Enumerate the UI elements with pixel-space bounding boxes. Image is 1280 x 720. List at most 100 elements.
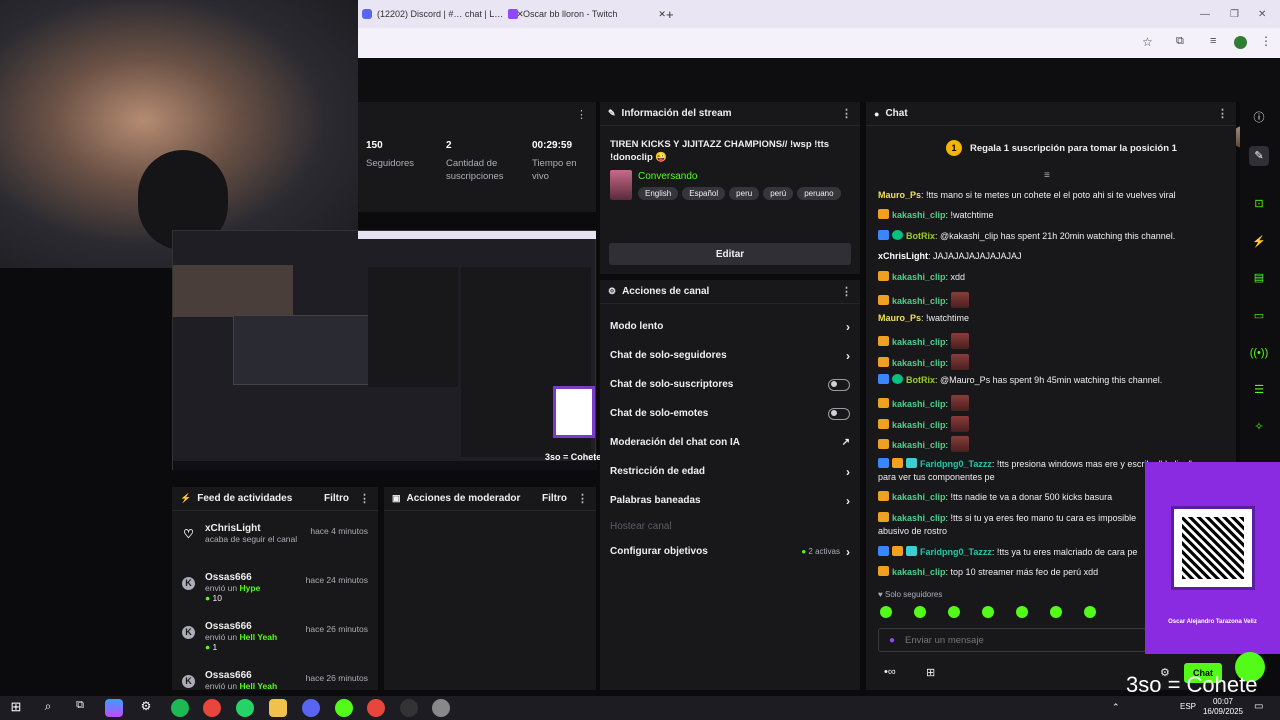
search-icon[interactable]: ⌕ <box>39 699 57 717</box>
chat-user[interactable]: kakashi_clip <box>892 399 946 409</box>
close-window-button[interactable]: ✕ <box>1258 5 1266 23</box>
tab-discord[interactable]: (12202) Discord | #… chat | L… ✕ <box>362 5 524 23</box>
settings-icon[interactable]: ⚙ <box>137 699 155 717</box>
chat-input[interactable] <box>905 634 1106 646</box>
chat-user[interactable]: kakashi_clip <box>892 272 946 282</box>
chat-user[interactable]: kakashi_clip <box>892 358 946 368</box>
tag[interactable]: peruano <box>797 187 841 200</box>
chat-user[interactable]: kakashi_clip <box>892 337 946 347</box>
minimize-button[interactable]: — <box>1200 5 1210 23</box>
chat-user[interactable]: kakashi_clip <box>892 420 946 430</box>
filter-button[interactable]: Filtro <box>324 493 349 504</box>
emote-icon[interactable] <box>914 606 926 618</box>
chat-user[interactable]: BotRix <box>906 231 935 241</box>
more-icon[interactable]: ⋮ <box>1217 107 1228 120</box>
emote-icon[interactable] <box>948 606 960 618</box>
kick-app-icon[interactable] <box>335 699 353 717</box>
action-label: Configurar objetivos <box>610 546 708 557</box>
star-icon[interactable]: ☆ <box>1142 35 1153 49</box>
chat-user[interactable]: kakashi_clip <box>892 440 946 450</box>
action-label: Hostear canal <box>610 520 672 532</box>
tab-twitch[interactable]: Oscar bb lloron - Twitch ✕ <box>508 5 666 23</box>
chat-user[interactable]: xChrisLight <box>878 251 928 261</box>
stream-preview[interactable] <box>172 230 597 470</box>
more-icon[interactable]: ⋮ <box>841 285 852 298</box>
tray-chevron-icon[interactable]: ⌃ <box>1112 702 1120 713</box>
notification-icon[interactable]: ▭ <box>1254 701 1263 712</box>
app-icon[interactable] <box>432 699 450 717</box>
chat-user[interactable]: BotRix <box>906 375 935 385</box>
maximize-button[interactable]: ❐ <box>1230 5 1239 23</box>
more-icon[interactable]: ⋮ <box>576 108 587 121</box>
broadcast-icon[interactable]: ((•)) <box>1249 343 1269 363</box>
pinned-sub-goal[interactable]: 1 Regala 1 suscripción para tomar la pos… <box>946 140 1177 156</box>
whatsapp-icon[interactable] <box>236 699 254 717</box>
emote-icon[interactable] <box>1050 606 1062 618</box>
more-icon[interactable]: ⋮ <box>841 107 852 120</box>
chat-user[interactable]: Faridpng0_Tazzz <box>920 547 992 557</box>
tag[interactable]: perú <box>763 187 794 200</box>
new-tab-button[interactable]: + <box>666 5 674 23</box>
stack-icon[interactable]: ▤ <box>1249 268 1269 288</box>
discord-icon[interactable] <box>302 699 320 717</box>
close-icon[interactable]: ✕ <box>658 9 666 20</box>
mic-icon[interactable]: ● <box>889 635 895 646</box>
copilot-icon[interactable] <box>105 699 123 717</box>
clock[interactable]: 00:07 16/09/2025 <box>1198 697 1248 717</box>
menu-icon[interactable]: ⋮ <box>1260 34 1272 48</box>
subscribers-only-toggle[interactable] <box>828 378 850 391</box>
chat-user[interactable]: Mauro_Ps <box>878 313 921 323</box>
chat-user[interactable]: kakashi_clip <box>892 210 946 220</box>
media-icon[interactable]: ≡ <box>1210 35 1216 47</box>
emote-icon[interactable] <box>880 606 892 618</box>
action-slow-mode[interactable]: Modo lento › <box>600 312 860 341</box>
emotes-only-toggle[interactable] <box>828 407 850 420</box>
file-explorer-icon[interactable] <box>269 699 287 717</box>
chat-user[interactable]: kakashi_clip <box>892 567 946 577</box>
mod-badge-icon <box>878 458 889 468</box>
tag[interactable]: English <box>638 187 679 200</box>
filter-button[interactable]: Filtro <box>542 493 567 504</box>
stream-category[interactable]: Conversando <box>638 171 697 182</box>
tag[interactable]: peru <box>729 187 760 200</box>
chrome-icon[interactable] <box>203 699 221 717</box>
filter-chat-icon[interactable]: ≡ <box>1044 170 1050 181</box>
bolt-icon[interactable]: ⚡ <box>1249 232 1269 252</box>
extensions-icon[interactable]: ⧉ <box>1176 35 1184 48</box>
action-ai-moderation[interactable]: Moderación del chat con IA ↗ <box>600 428 860 457</box>
chat-user[interactable]: Mauro_Ps <box>878 190 921 200</box>
chat-user[interactable]: kakashi_clip <box>892 513 946 523</box>
chrome-icon[interactable] <box>367 699 385 717</box>
language-indicator[interactable]: ESP <box>1180 702 1196 711</box>
action-followers-only[interactable]: Chat de solo-seguidores › <box>600 341 860 370</box>
pencil-icon[interactable]: ✎ <box>1249 146 1269 166</box>
list-icon[interactable]: ☰ <box>1249 380 1269 400</box>
action-goals[interactable]: Configurar objetivos ● 2 activas › <box>600 537 860 566</box>
action-age-restriction[interactable]: Restricción de edad › <box>600 457 860 486</box>
wrench-icon[interactable]: ✧ <box>1249 417 1269 437</box>
heart-icon: ♥ <box>878 590 883 599</box>
chat-user[interactable]: kakashi_clip <box>892 296 946 306</box>
emote-icon[interactable] <box>1084 606 1096 618</box>
obs-icon[interactable] <box>400 699 418 717</box>
gift-icon[interactable]: ⊞ <box>926 666 935 679</box>
external-link-icon: ↗ <box>841 437 850 448</box>
task-view-icon[interactable]: ⧉ <box>71 699 89 717</box>
more-icon[interactable]: ⋮ <box>359 492 370 505</box>
more-icon[interactable]: ⋮ <box>577 492 588 505</box>
chat-user[interactable]: kakashi_clip <box>892 492 946 502</box>
profile-icon[interactable] <box>1234 36 1247 49</box>
spotify-icon[interactable] <box>171 699 189 717</box>
info-icon[interactable]: ⓘ <box>1249 108 1269 128</box>
expand-icon[interactable]: ⊡ <box>1249 194 1269 214</box>
chat-icon[interactable]: ▭ <box>1249 306 1269 326</box>
action-banned-words[interactable]: Palabras baneadas › <box>600 486 860 515</box>
chat-user[interactable]: Faridpng0_Tazzz <box>920 459 992 469</box>
emote-icon[interactable] <box>982 606 994 618</box>
edit-button[interactable]: Editar <box>609 243 851 265</box>
windows-start-icon[interactable]: ⊞ <box>7 699 25 717</box>
infinity-icon[interactable]: •∞ <box>884 666 896 678</box>
feed-desc-text: envió un <box>205 681 238 691</box>
tag[interactable]: Español <box>682 187 726 200</box>
emote-icon[interactable] <box>1016 606 1028 618</box>
